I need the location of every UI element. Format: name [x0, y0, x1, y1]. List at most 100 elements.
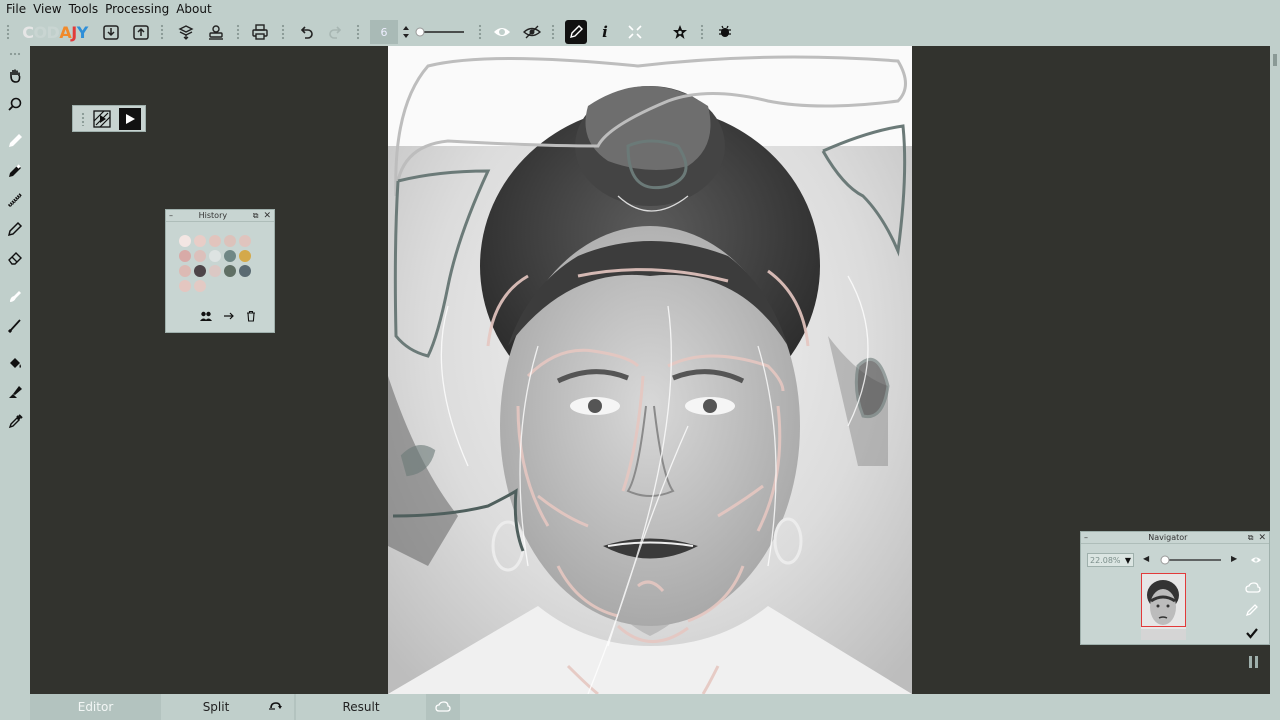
navigator-panel: – Navigator ⧉ ✕ 22.08% ▼ ◀ ▶ [1080, 531, 1270, 645]
settings-star-icon[interactable] [669, 21, 691, 43]
eyedropper-icon[interactable] [4, 410, 26, 432]
portrait-artwork [388, 46, 912, 694]
cloud-icon[interactable] [1245, 582, 1261, 597]
import-icon[interactable] [100, 21, 122, 43]
marker-tool-icon[interactable] [4, 218, 26, 240]
color-swatch[interactable] [239, 265, 251, 277]
eraser-tool-icon[interactable] [4, 247, 26, 269]
pause-icon[interactable] [1246, 656, 1260, 670]
color-swatch[interactable] [224, 265, 236, 277]
toolbar-separator [236, 24, 240, 40]
print-icon[interactable] [249, 21, 271, 43]
history-window-controls: ⧉ ✕ [253, 211, 271, 221]
drawing-canvas[interactable] [388, 46, 912, 694]
tab-editor[interactable]: Editor [30, 694, 161, 720]
checkmark-icon[interactable] [1245, 626, 1261, 643]
toolbar-separator [551, 24, 555, 40]
color-swatch[interactable] [209, 235, 221, 247]
info-icon[interactable]: i [594, 21, 616, 43]
tab-split[interactable]: Split [161, 694, 271, 720]
color-swatch[interactable] [194, 280, 206, 292]
toolbar-separator [281, 24, 285, 40]
play-icon[interactable] [119, 107, 141, 130]
zoom-tool-icon[interactable] [4, 93, 26, 115]
line-tool-icon[interactable] [4, 314, 26, 336]
zoom-out-icon[interactable]: ◀ [1143, 554, 1149, 563]
history-close-icon[interactable]: ✕ [263, 211, 271, 221]
color-swatch[interactable] [239, 250, 251, 262]
left-toolbar-grip[interactable] [9, 52, 21, 56]
navigator-close-icon[interactable]: ✕ [1258, 533, 1266, 543]
stamp-tool-icon[interactable] [4, 381, 26, 403]
zoom-in-icon[interactable]: ▶ [1231, 554, 1237, 563]
menu-view[interactable]: View [33, 2, 61, 16]
arrow-right-icon[interactable] [223, 310, 235, 325]
pen-tool-icon[interactable] [4, 160, 26, 182]
menu-tools[interactable]: Tools [69, 2, 99, 16]
toolbar-grip[interactable] [6, 24, 10, 40]
history-swatch-grid [179, 235, 254, 295]
navigator-window-controls: ⧉ ✕ [1248, 533, 1266, 543]
fullscreen-icon[interactable] [624, 21, 646, 43]
navigator-title-bar[interactable]: – Navigator ⧉ ✕ [1081, 532, 1269, 544]
color-swatch[interactable] [224, 250, 236, 262]
toolbar-separator [160, 24, 164, 40]
navigator-restore-icon[interactable]: ⧉ [1248, 533, 1254, 543]
draw-mode-icon[interactable] [565, 20, 587, 44]
trash-icon[interactable] [245, 310, 257, 325]
compare-icon[interactable] [426, 694, 460, 720]
color-swatch[interactable] [194, 250, 206, 262]
hatch-brush-icon[interactable] [4, 189, 26, 211]
history-minimize-icon[interactable]: – [169, 211, 173, 220]
tab-result[interactable]: Result [296, 694, 426, 720]
color-swatch[interactable] [179, 250, 191, 262]
navigator-eye-icon[interactable] [1250, 554, 1262, 568]
color-swatch[interactable] [179, 235, 191, 247]
history-title-bar[interactable]: – History ⧉ ✕ [166, 210, 274, 222]
brush-size-input[interactable]: 6 [370, 20, 398, 44]
playback-panel-grip[interactable] [81, 111, 85, 126]
scrollbar-thumb[interactable] [1273, 54, 1277, 66]
navigator-title: Navigator [1148, 533, 1188, 542]
zoom-select[interactable]: 22.08% ▼ [1087, 553, 1134, 567]
brush-size-slider[interactable] [414, 21, 468, 43]
navigator-pencil-icon[interactable] [1245, 603, 1261, 620]
history-restore-icon[interactable]: ⧉ [253, 211, 259, 221]
menu-file[interactable]: File [6, 2, 26, 16]
app-logo: C OD A J Y [22, 22, 88, 42]
navigator-side-tools [1245, 582, 1261, 643]
menu-processing[interactable]: Processing [105, 2, 169, 16]
toolbar-separator [356, 24, 360, 40]
viewport-indicator[interactable] [1141, 573, 1186, 627]
smudge-white-tool-icon[interactable] [4, 285, 26, 307]
refresh-icon[interactable] [262, 694, 288, 720]
pencil-white-tool-icon[interactable] [4, 130, 26, 152]
stamp-icon[interactable] [205, 21, 227, 43]
color-swatch[interactable] [239, 235, 251, 247]
color-swatch[interactable] [179, 280, 191, 292]
eye-icon[interactable] [491, 21, 513, 43]
eye-slash-icon[interactable] [521, 21, 543, 43]
color-swatch[interactable] [209, 250, 221, 262]
color-swatch[interactable] [209, 265, 221, 277]
brush-size-stepper[interactable] [401, 21, 411, 43]
history-title: History [198, 211, 228, 220]
color-swatch[interactable] [194, 265, 206, 277]
redo-icon[interactable] [325, 21, 347, 43]
users-icon[interactable] [199, 310, 213, 325]
export-icon[interactable] [130, 21, 152, 43]
color-swatch[interactable] [224, 235, 236, 247]
color-swatch[interactable] [179, 265, 191, 277]
undo-icon[interactable] [295, 21, 317, 43]
navigator-minimize-icon[interactable]: – [1084, 533, 1088, 542]
hand-tool-icon[interactable] [4, 64, 26, 86]
record-icon[interactable] [91, 108, 113, 130]
menu-about[interactable]: About [176, 2, 211, 16]
bug-icon[interactable] [714, 21, 736, 43]
color-swatch[interactable] [194, 235, 206, 247]
zoom-slider[interactable] [1155, 554, 1221, 566]
fill-bucket-icon[interactable] [4, 352, 26, 374]
chevron-down-icon: ▼ [1124, 555, 1131, 565]
vertical-scrollbar[interactable] [1270, 46, 1280, 694]
layers-download-icon[interactable] [175, 21, 197, 43]
